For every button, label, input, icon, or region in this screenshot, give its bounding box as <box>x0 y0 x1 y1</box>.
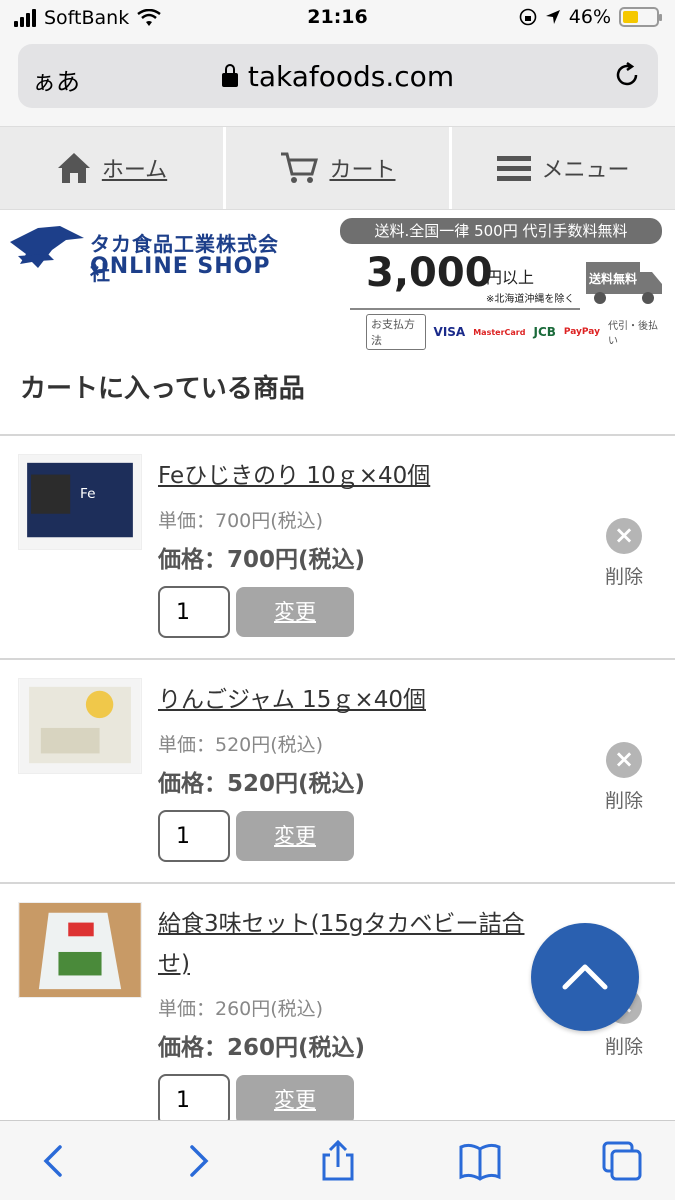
url-text: takafoods.com <box>247 60 455 93</box>
price: 価格：700円(税込) <box>158 547 366 573</box>
quantity-input[interactable] <box>158 810 230 862</box>
quantity-input[interactable] <box>158 1074 230 1126</box>
svg-text:Fe: Fe <box>80 486 96 502</box>
product-name-link[interactable]: 給食3味セット(15gタカベビー詰合せ) <box>158 904 548 984</box>
mastercard-logo: MasterCard <box>473 327 526 337</box>
unit-price: 単価：260円(税込) <box>158 998 324 1020</box>
menu-icon <box>497 156 532 181</box>
nav-cart[interactable]: カート <box>226 127 452 209</box>
free-shipping-text: 送料無料 <box>588 271 637 286</box>
cart-title: カートに入っている商品 <box>20 374 305 404</box>
forward-icon[interactable] <box>176 1139 220 1183</box>
shop-logo[interactable]: タカ食品工業株式会社 ONLINE SHOP <box>8 220 288 290</box>
shipping-info: 送料.全国一律 500円 代引手数料無料 3,000 円以上 ※北海道沖縄を除く… <box>340 218 662 350</box>
nav-home-label: ホーム <box>101 158 168 183</box>
free-threshold-suffix: 円以上 <box>486 268 535 287</box>
cod-label: 代引・後払い <box>607 321 658 347</box>
reload-icon[interactable] <box>612 60 642 90</box>
orientation-lock-icon <box>519 8 537 26</box>
address-bar[interactable]: ぁあ takafoods.com <box>18 44 658 108</box>
cart-list: Fe Feひじきのり 10ｇ×40個 単価：700円(税込) 価格：700円(税… <box>0 434 675 1148</box>
delete-label: 削除 <box>604 790 643 812</box>
price: 価格：520円(税込) <box>158 771 366 797</box>
visa-logo: VISA <box>433 325 466 339</box>
lock-icon <box>221 64 238 87</box>
product-image[interactable] <box>18 678 142 774</box>
nav-menu-label: メニュー <box>541 158 630 183</box>
chevron-up-icon <box>562 964 608 990</box>
price: 価格：260円(税込) <box>158 1035 366 1061</box>
back-icon[interactable] <box>32 1139 76 1183</box>
quantity-input[interactable] <box>158 586 230 638</box>
status-bar: SoftBank 21:16 46% <box>0 0 675 36</box>
delete-button[interactable]: × 削除 <box>600 742 648 813</box>
paypay-logo: PayPay <box>563 327 600 337</box>
cart-item: Fe Feひじきのり 10ｇ×40個 単価：700円(税込) 価格：700円(税… <box>0 436 675 660</box>
nav-menu[interactable]: メニュー <box>452 127 675 209</box>
battery-percent: 46% <box>568 6 611 28</box>
location-icon <box>545 10 560 24</box>
change-button[interactable]: 変更 <box>236 1075 354 1125</box>
delete-label: 削除 <box>604 566 643 588</box>
bookmarks-icon[interactable] <box>458 1139 502 1183</box>
site-nav: ホーム カート メニュー <box>0 126 675 210</box>
scroll-to-top-button[interactable] <box>531 923 639 1031</box>
shipping-divider <box>350 308 580 310</box>
delete-label: 削除 <box>604 1036 643 1058</box>
battery-icon <box>619 7 662 27</box>
delete-button[interactable]: × 削除 <box>600 518 648 589</box>
browser-chrome: ぁあ takafoods.com <box>0 36 675 126</box>
product-image[interactable] <box>18 902 142 998</box>
eagle-logo-icon <box>10 226 84 268</box>
close-icon: × <box>606 742 642 778</box>
change-button[interactable]: 変更 <box>236 811 354 861</box>
truck-icon: 送料無料 <box>586 262 662 304</box>
nav-cart-label: カート <box>329 158 396 183</box>
jcb-logo: JCB <box>533 325 556 339</box>
unit-price: 単価：700円(税込) <box>158 510 324 532</box>
close-icon: × <box>606 518 642 554</box>
product-name-link[interactable]: りんごジャム 15ｇ×40個 <box>158 680 548 720</box>
unit-price: 単価：520円(税込) <box>158 734 324 756</box>
cart-item: りんごジャム 15ｇ×40個 単価：520円(税込) 価格：520円(税込) 変… <box>0 660 675 884</box>
home-icon <box>57 153 90 183</box>
shipping-note: ※北海道沖縄を除く <box>486 294 575 305</box>
status-right: 46% <box>519 6 662 28</box>
browser-toolbar <box>0 1120 675 1200</box>
product-name-link[interactable]: Feひじきのり 10ｇ×40個 <box>158 456 548 496</box>
shop-name: ONLINE SHOP <box>90 254 271 279</box>
pay-label: お支払方法 <box>366 314 426 350</box>
nav-home[interactable]: ホーム <box>0 127 226 209</box>
payment-methods: お支払方法 VISA MasterCard JCB PayPay 代引・後払い <box>366 314 662 350</box>
tabs-icon[interactable] <box>600 1139 644 1183</box>
change-button[interactable]: 変更 <box>236 587 354 637</box>
share-icon[interactable] <box>316 1139 360 1183</box>
product-image[interactable]: Fe <box>18 454 142 550</box>
free-threshold: 3,000 <box>366 250 493 296</box>
cart-icon <box>281 152 319 183</box>
shipping-banner-top: 送料.全国一律 500円 代引手数料無料 <box>340 218 662 244</box>
url-display[interactable]: takafoods.com <box>18 60 658 93</box>
shop-banner: タカ食品工業株式会社 ONLINE SHOP 送料.全国一律 500円 代引手数… <box>0 210 675 350</box>
